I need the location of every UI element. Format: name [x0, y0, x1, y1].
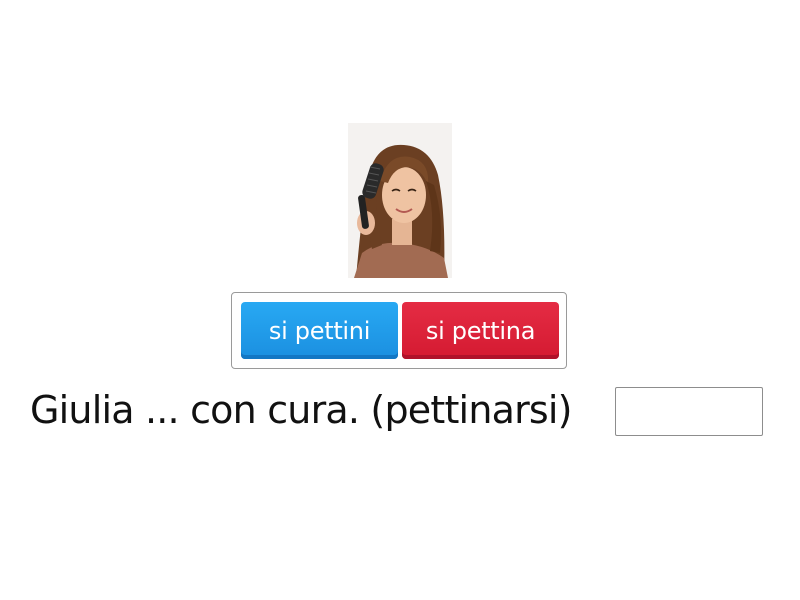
- girl-brushing-hair-photo: [348, 123, 452, 278]
- answer-drop-box[interactable]: [615, 387, 763, 436]
- answer-choices-container: si pettini si pettina: [231, 292, 567, 369]
- choice-button-si-pettini[interactable]: si pettini: [241, 302, 398, 359]
- choice-button-si-pettina[interactable]: si pettina: [402, 302, 559, 359]
- question-sentence: Giulia ... con cura. (pettinarsi): [30, 388, 573, 432]
